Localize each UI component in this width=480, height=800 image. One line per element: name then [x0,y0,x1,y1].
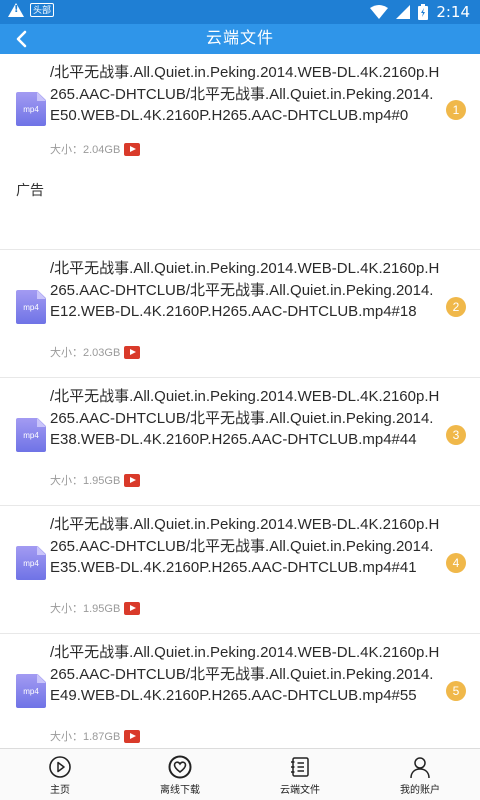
clock: 2:14 [436,3,470,21]
file-icon: mp4 [16,546,46,580]
file-name: /北平无战事.All.Quiet.in.Peking.2014.WEB-DL.4… [50,516,440,576]
cloud-file-list-icon [291,757,309,777]
status-bar: 头部 2:14 [0,0,480,24]
play-circle-icon [49,756,71,778]
app-bar: 云端文件 [0,24,480,54]
index-badge: 2 [446,297,466,317]
list-item[interactable]: mp4 /北平无战事.All.Quiet.in.Peking.2014.WEB-… [0,634,480,748]
play-icon[interactable] [124,473,141,487]
wifi-icon [370,5,389,19]
index-badge: 1 [446,100,466,120]
bottom-nav: 主页 离线下载 云端文件 我的账户 [0,748,480,800]
notification-badge: 头部 [30,3,55,17]
nav-offline-download[interactable]: 离线下载 [120,749,240,800]
file-name: /北平无战事.All.Quiet.in.Peking.2014.WEB-DL.4… [50,260,440,320]
list-item[interactable]: mp4 /北平无战事.All.Quiet.in.Peking.2014.WEB-… [0,506,480,634]
play-icon[interactable] [124,345,141,359]
file-name: /北平无战事.All.Quiet.in.Peking.2014.WEB-DL.4… [50,64,440,124]
play-icon[interactable] [124,729,141,743]
ad-label: 广告 [16,182,44,198]
file-icon: mp4 [16,290,46,324]
warning-icon [8,3,24,17]
index-badge: 5 [446,681,466,701]
file-size: 大小：1.87GB [50,731,121,743]
nav-home[interactable]: 主页 [0,749,120,800]
file-size: 大小：1.95GB [50,603,121,615]
index-badge: 4 [446,553,466,573]
nav-cloud-files[interactable]: 云端文件 [240,749,360,800]
file-size: 大小：1.95GB [50,475,121,487]
nav-label: 主页 [50,785,70,796]
list-item[interactable]: mp4 /北平无战事.All.Quiet.in.Peking.2014.WEB-… [0,250,480,378]
nav-label: 我的账户 [400,785,440,796]
list-item[interactable]: mp4 /北平无战事.All.Quiet.in.Peking.2014.WEB-… [0,378,480,506]
file-icon: mp4 [16,92,46,126]
user-icon [410,757,430,779]
file-size: 大小：2.04GB [50,144,121,156]
page-title: 云端文件 [205,30,274,47]
file-icon: mp4 [16,418,46,452]
file-size: 大小：2.03GB [50,347,121,359]
list-item[interactable]: mp4 /北平无战事.All.Quiet.in.Peking.2014.WEB-… [0,54,480,250]
nav-label: 离线下载 [160,785,200,796]
file-list: mp4 /北平无战事.All.Quiet.in.Peking.2014.WEB-… [0,54,480,748]
file-icon: mp4 [16,674,46,708]
nav-label: 云端文件 [280,785,320,796]
index-badge: 3 [446,425,466,445]
play-icon[interactable] [124,142,141,156]
signal-icon [396,5,411,19]
heart-circle-icon [168,755,192,779]
file-name: /北平无战事.All.Quiet.in.Peking.2014.WEB-DL.4… [50,388,440,448]
play-icon[interactable] [124,601,141,615]
nav-my-account[interactable]: 我的账户 [360,749,480,800]
battery-icon [418,4,429,20]
file-name: /北平无战事.All.Quiet.in.Peking.2014.WEB-DL.4… [50,644,440,704]
